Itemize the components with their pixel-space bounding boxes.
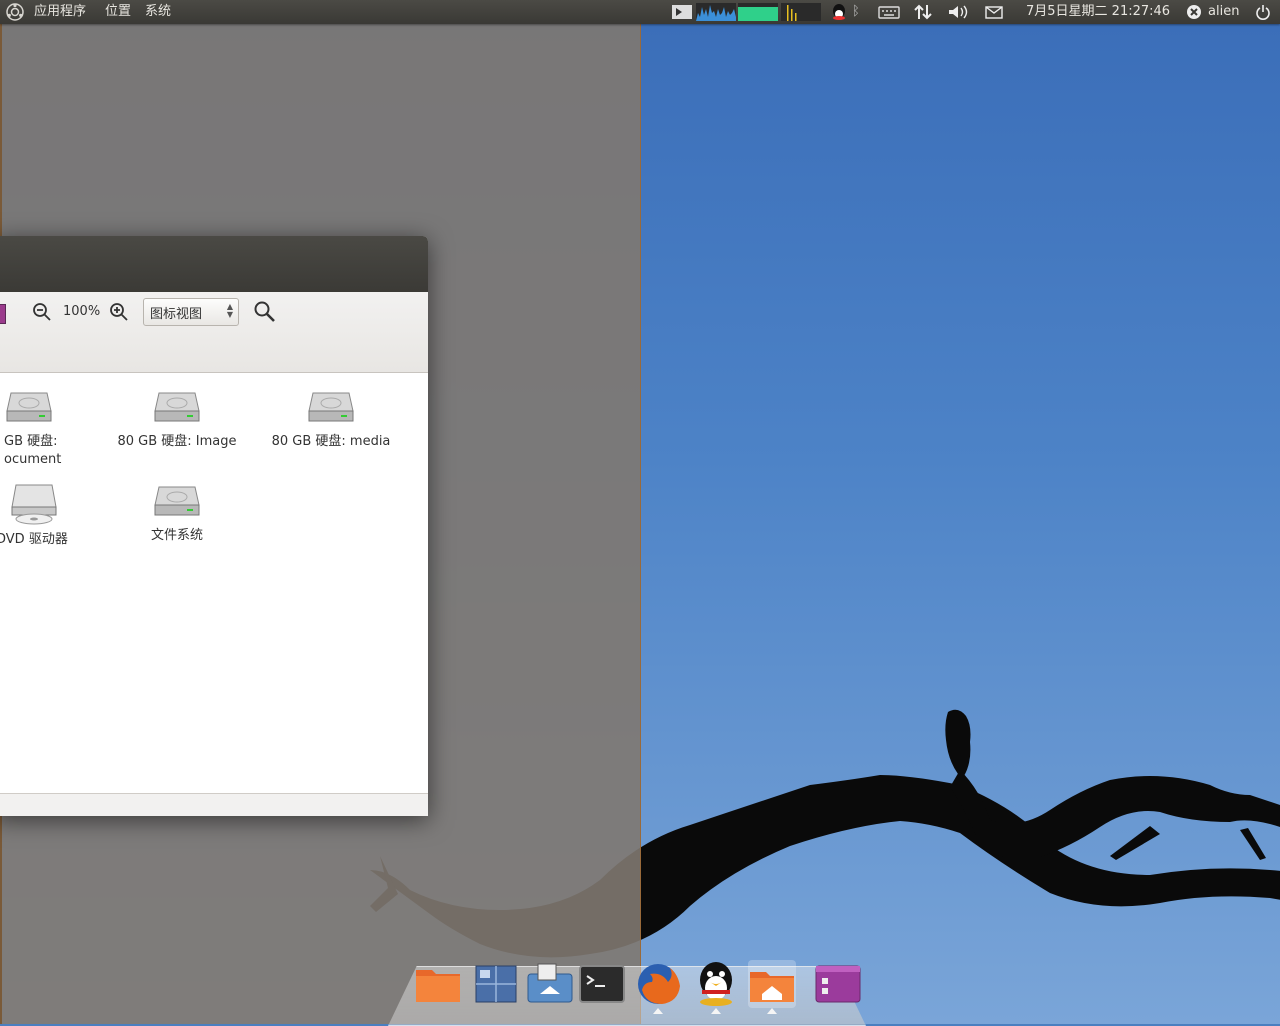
- applications-menu[interactable]: 应用程序: [34, 0, 86, 24]
- volume-icon[interactable]: [947, 3, 969, 21]
- terminal-icon[interactable]: [578, 960, 626, 1008]
- window-titlebar[interactable]: [0, 236, 428, 292]
- zoom-level: 100%: [63, 304, 101, 319]
- screenlet-icon[interactable]: [671, 3, 693, 21]
- mail-icon[interactable]: [984, 3, 1004, 21]
- network-icon[interactable]: [913, 3, 933, 21]
- power-icon[interactable]: [1255, 3, 1271, 21]
- drive-label: 文件系统: [150, 528, 203, 543]
- view-mode-value: 图标视图: [150, 307, 203, 322]
- folder-icon[interactable]: [414, 960, 462, 1008]
- running-indicator: [711, 1008, 721, 1014]
- places-menu[interactable]: 位置: [105, 0, 131, 24]
- running-indicator: [767, 1008, 777, 1014]
- zoom-in-icon[interactable]: [109, 302, 129, 322]
- load-graph-icon[interactable]: [781, 3, 821, 21]
- hard-drive-icon: [308, 392, 354, 422]
- drive-label: 80 GB 硬盘: Image: [117, 434, 237, 449]
- user-name[interactable]: alien: [1208, 0, 1239, 24]
- zoom-out-icon[interactable]: [32, 302, 52, 322]
- file-manager-window: 100% 图标视图 ▲ ▼ GB 硬盘: ocument 80 GB 硬盘: I…: [0, 236, 428, 816]
- ubuntu-logo-icon[interactable]: [6, 3, 24, 21]
- drive-label: GB 硬盘: ocument: [4, 434, 62, 467]
- file-view-area: GB 硬盘: ocument 80 GB 硬盘: Image 80 GB 硬盘: …: [0, 373, 428, 793]
- system-menu[interactable]: 系统: [145, 0, 171, 24]
- purple-app-icon[interactable]: [814, 960, 862, 1008]
- qq-tray-icon[interactable]: [831, 3, 847, 21]
- firefox-icon[interactable]: [634, 960, 682, 1008]
- hard-drive-icon: [154, 392, 200, 422]
- home-folder-icon[interactable]: [748, 960, 796, 1008]
- dvd-drive-icon: [11, 484, 57, 525]
- view-mode-select[interactable]: 图标视图 ▲ ▼: [143, 298, 239, 326]
- toolbar: 100% 图标视图 ▲ ▼: [0, 292, 428, 373]
- running-indicator: [653, 1008, 663, 1014]
- clock[interactable]: 7月5日星期二 21:27:46: [1026, 0, 1170, 24]
- desktop-icon[interactable]: [526, 960, 574, 1008]
- user-status-icon[interactable]: [1186, 3, 1202, 21]
- memory-graph-icon[interactable]: [738, 3, 778, 21]
- drive-item[interactable]: 文件系统: [112, 481, 242, 545]
- drive-label: 80 GB 硬盘: media: [271, 434, 391, 449]
- hard-drive-icon: [6, 392, 52, 422]
- bluetooth-icon[interactable]: ᛒ: [852, 3, 860, 21]
- cpu-graph-icon[interactable]: [696, 3, 736, 21]
- drive-item[interactable]: GB 硬盘: ocument: [0, 387, 74, 469]
- drive-item[interactable]: DVD 驱动器: [0, 481, 84, 549]
- chevron-updown-icon: ▲ ▼: [226, 302, 233, 319]
- hard-drive-icon: [154, 486, 200, 516]
- drive-label: DVD 驱动器: [0, 532, 68, 547]
- search-icon[interactable]: [253, 300, 277, 324]
- workspace-switcher-icon[interactable]: [472, 960, 520, 1008]
- qq-icon[interactable]: [692, 960, 740, 1008]
- top-panel: 应用程序 位置 系统 ᛒ 7月5日星期二 21:27:46 alien: [0, 0, 1280, 24]
- drive-item[interactable]: 80 GB 硬盘: media: [266, 387, 396, 451]
- drive-item[interactable]: 80 GB 硬盘: Image: [112, 387, 242, 451]
- status-bar: [0, 793, 428, 816]
- toolbar-app-icon[interactable]: [0, 304, 6, 324]
- keyboard-icon[interactable]: [878, 3, 900, 21]
